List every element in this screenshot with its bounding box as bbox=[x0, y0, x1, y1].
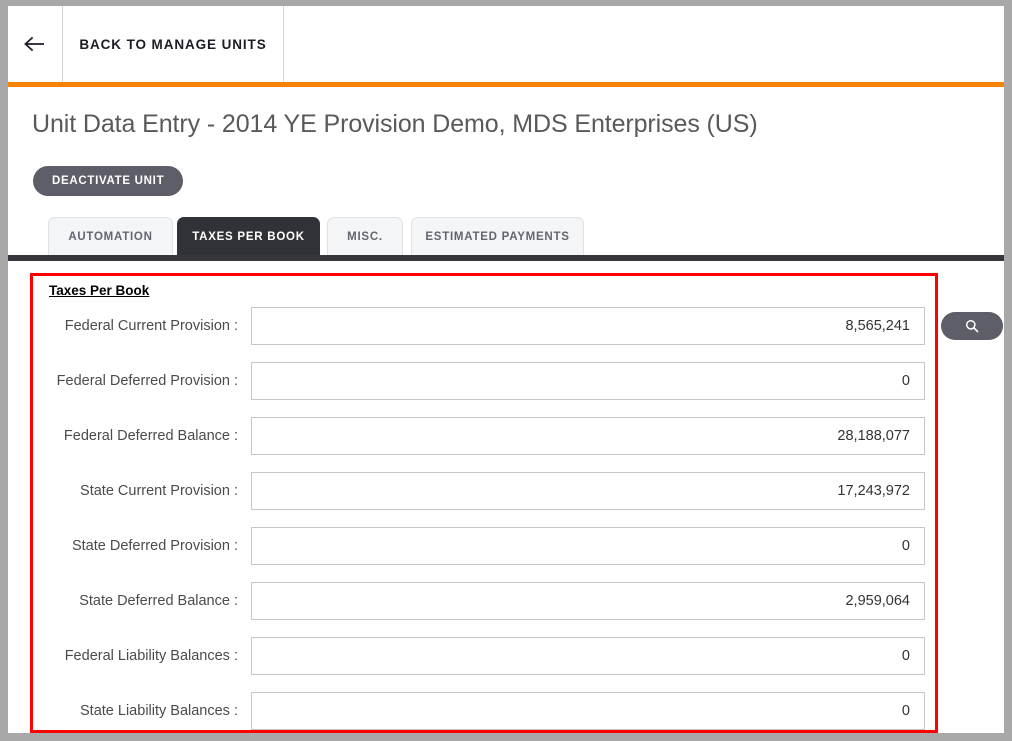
field-input-state-liability-balances[interactable] bbox=[251, 692, 925, 730]
back-to-manage-units-label: BACK TO MANAGE UNITS bbox=[79, 36, 267, 52]
application-window: BACK TO MANAGE UNITS Unit Data Entry - 2… bbox=[0, 0, 1012, 741]
field-input-federal-deferred-balance[interactable] bbox=[251, 417, 925, 455]
form-row: Federal Current Provision : bbox=[33, 307, 935, 345]
field-input-state-deferred-balance[interactable] bbox=[251, 582, 925, 620]
field-label-state-liability-balances: State Liability Balances : bbox=[80, 703, 238, 719]
top-navigation-bar: BACK TO MANAGE UNITS bbox=[8, 6, 1004, 82]
tab-misc[interactable]: MISC. bbox=[327, 217, 403, 255]
field-label-federal-deferred-provision: Federal Deferred Provision : bbox=[56, 373, 238, 389]
page-title: Unit Data Entry - 2014 YE Provision Demo… bbox=[32, 110, 758, 138]
field-input-state-current-provision[interactable] bbox=[251, 472, 925, 510]
section-heading: Taxes Per Book bbox=[49, 283, 150, 298]
form-row: Federal Deferred Provision : bbox=[33, 362, 935, 400]
tab-taxes-per-book[interactable]: TAXES PER BOOK bbox=[177, 217, 320, 255]
arrow-left-icon bbox=[24, 36, 46, 52]
field-label-state-deferred-provision: State Deferred Provision : bbox=[71, 538, 238, 554]
field-input-federal-deferred-provision[interactable] bbox=[251, 362, 925, 400]
taxes-per-book-panel: Taxes Per Book Federal Current Provision… bbox=[33, 276, 935, 730]
search-button[interactable] bbox=[941, 312, 1003, 340]
deactivate-unit-button[interactable]: DEACTIVATE UNIT bbox=[33, 166, 184, 196]
form-row: State Current Provision : bbox=[33, 472, 935, 510]
tab-automation[interactable]: AUTOMATION bbox=[48, 217, 173, 255]
field-input-federal-current-provision[interactable] bbox=[251, 307, 925, 345]
field-label-federal-deferred-balance: Federal Deferred Balance : bbox=[63, 428, 238, 444]
field-label-state-deferred-balance: State Deferred Balance : bbox=[79, 593, 238, 609]
back-to-manage-units-link[interactable]: BACK TO MANAGE UNITS bbox=[63, 6, 283, 82]
tab-estimated-payments[interactable]: ESTIMATED PAYMENTS bbox=[411, 217, 584, 255]
tab-strip-underline bbox=[8, 255, 1004, 261]
form-row: State Liability Balances : bbox=[33, 692, 935, 730]
page-canvas: BACK TO MANAGE UNITS Unit Data Entry - 2… bbox=[8, 6, 1004, 733]
orange-accent-rule bbox=[8, 82, 1004, 87]
back-arrow-button[interactable] bbox=[8, 6, 62, 82]
field-input-federal-liability-balances[interactable] bbox=[251, 637, 925, 675]
field-input-state-deferred-provision[interactable] bbox=[251, 527, 925, 565]
field-label-federal-current-provision: Federal Current Provision : bbox=[64, 318, 238, 334]
form-row: State Deferred Provision : bbox=[33, 527, 935, 565]
form-row: State Deferred Balance : bbox=[33, 582, 935, 620]
nav-divider-right bbox=[283, 6, 284, 82]
field-label-federal-liability-balances: Federal Liability Balances : bbox=[64, 648, 238, 664]
magnifier-icon bbox=[965, 319, 979, 333]
field-label-state-current-provision: State Current Provision : bbox=[80, 483, 238, 499]
form-row: Federal Liability Balances : bbox=[33, 637, 935, 675]
form-row: Federal Deferred Balance : bbox=[33, 417, 935, 455]
